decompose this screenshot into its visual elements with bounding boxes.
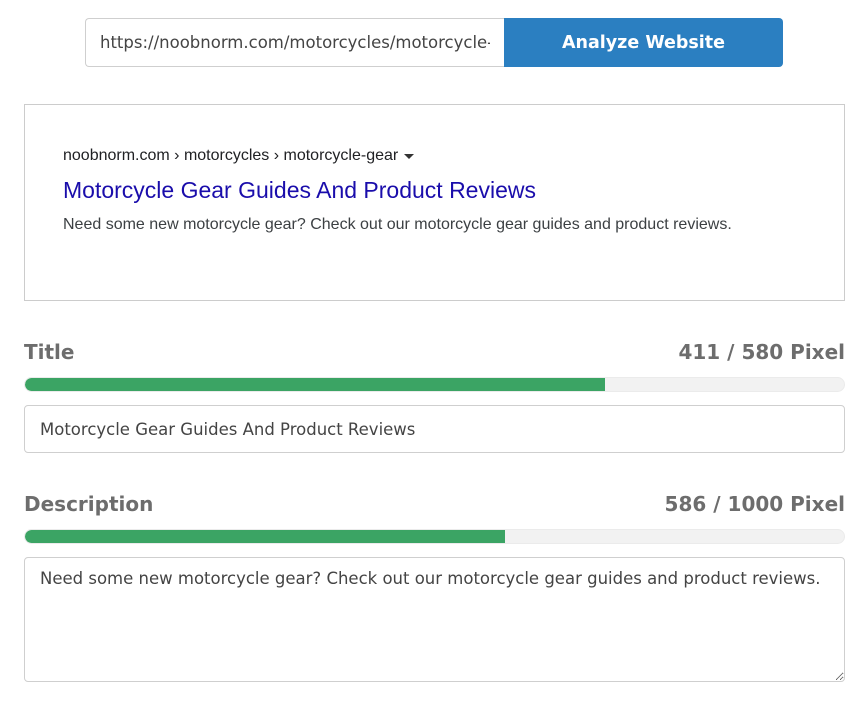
title-progress-bar [24, 377, 845, 392]
title-label: Title [24, 340, 75, 364]
description-progress-bar [24, 529, 845, 544]
serp-description: Need some new motorcycle gear? Check out… [63, 216, 732, 233]
title-progress-fill [25, 378, 606, 391]
description-section-header: Description 586 / 1000 Pixel [24, 492, 845, 516]
url-input[interactable] [85, 18, 504, 67]
description-progress-fill [25, 530, 505, 543]
analyze-website-button[interactable]: Analyze Website [504, 18, 783, 67]
caret-down-icon[interactable] [404, 154, 415, 159]
title-pixel-count: 411 / 580 Pixel [678, 340, 845, 364]
description-textarea[interactable]: Need some new motorcycle gear? Check out… [24, 557, 845, 682]
url-analyzer-bar: Analyze Website [85, 18, 783, 67]
description-pixel-count: 586 / 1000 Pixel [664, 492, 845, 516]
serp-breadcrumb-text: noobnorm.com › motorcycles › motorcycle-… [63, 147, 399, 164]
serp-breadcrumb: noobnorm.com › motorcycles › motorcycle-… [63, 147, 415, 165]
title-input[interactable] [24, 405, 845, 453]
serp-preview: noobnorm.com › motorcycles › motorcycle-… [24, 104, 845, 301]
description-label: Description [24, 492, 154, 516]
serp-title-link[interactable]: Motorcycle Gear Guides And Product Revie… [63, 177, 536, 204]
title-section-header: Title 411 / 580 Pixel [24, 340, 845, 364]
